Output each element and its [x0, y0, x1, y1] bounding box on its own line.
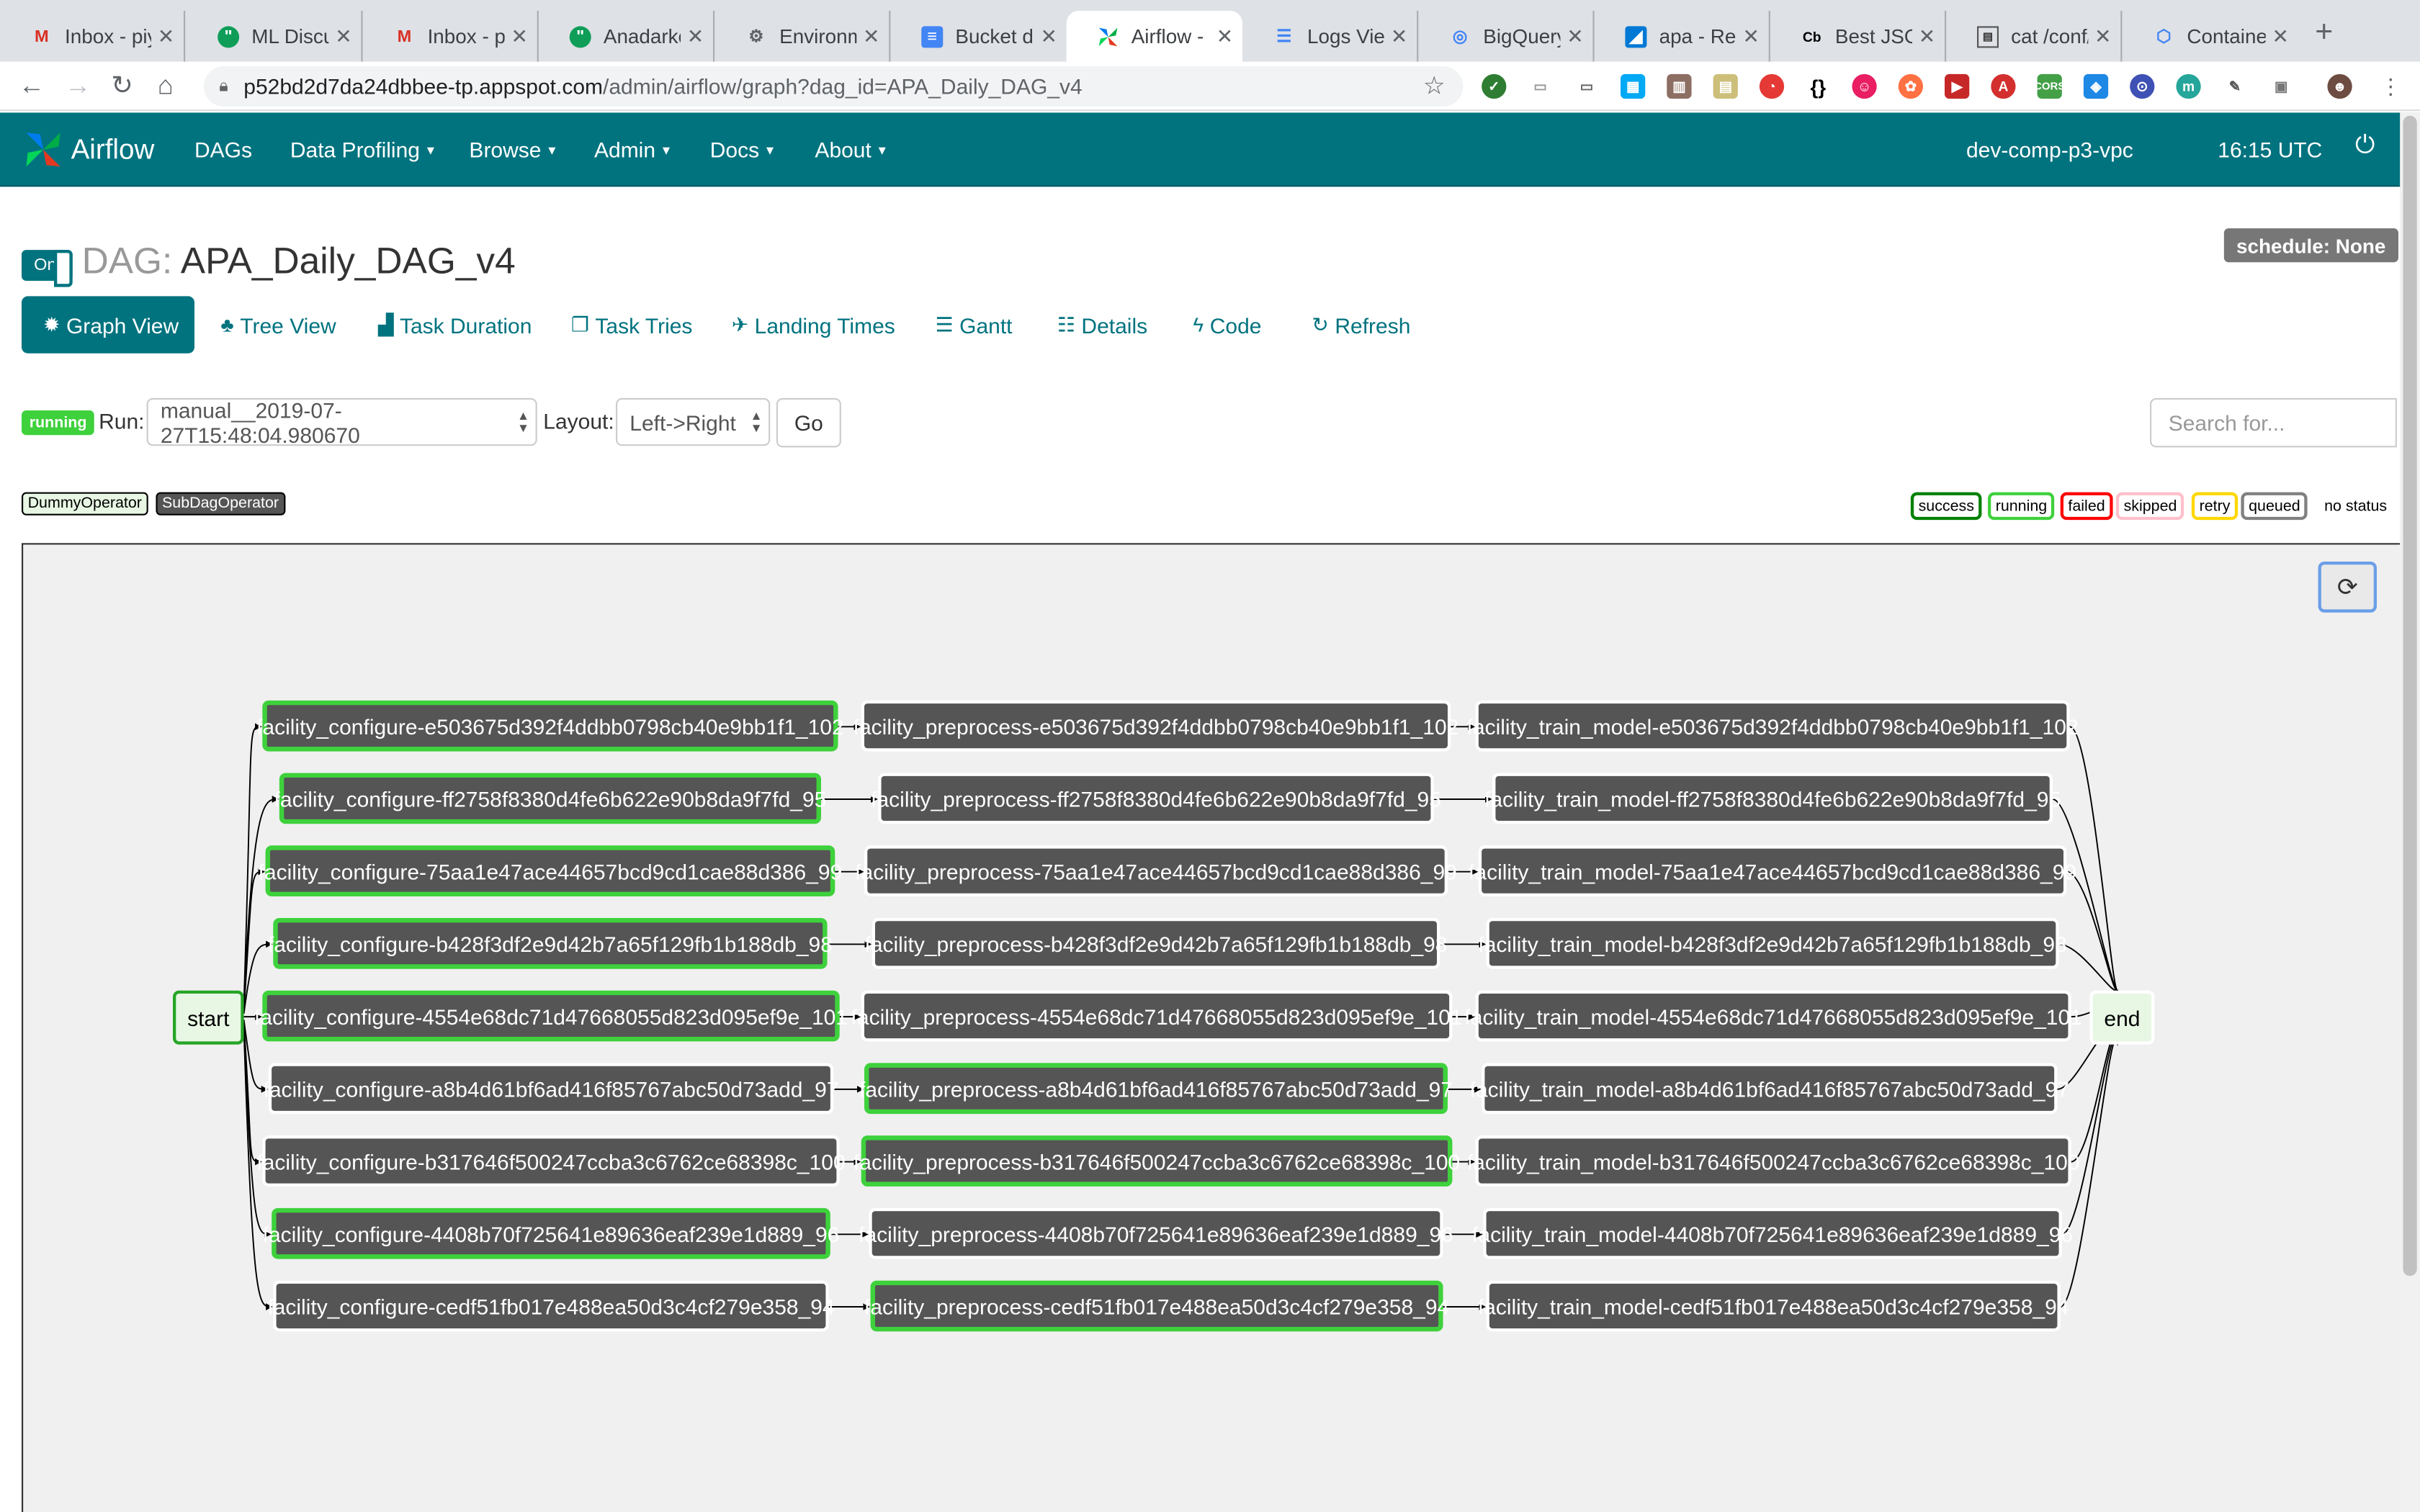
task-node-train-model[interactable]: facility_train_model-b428f3df2e9d42b7a65… — [1478, 918, 2067, 969]
task-node-start[interactable]: start — [173, 990, 244, 1045]
task-node-train-model[interactable]: facility_train_model-a8b4d61bf6ad416f857… — [1470, 1063, 2069, 1115]
task-node-train-model[interactable]: facility_train_model-4408b70f725641e8963… — [1472, 1207, 2073, 1259]
task-node-preprocess[interactable]: facility_preprocess-ff2758f8380d4fe6b622… — [871, 773, 1441, 824]
task-node-configure[interactable]: facility_configure-4408b70f725641e89636e… — [263, 1207, 839, 1259]
task-node-preprocess[interactable]: facility_preprocess-b428f3df2e9d42b7a65f… — [865, 918, 1447, 969]
dag-edge — [2069, 726, 2119, 997]
task-node-preprocess[interactable]: facility_preprocess-cedf51fb017e488ea50d… — [864, 1280, 1449, 1332]
task-node-train-model[interactable]: facility_train_model-e503675d392f4ddbb07… — [1467, 700, 2079, 752]
task-node-preprocess[interactable]: facility_preprocess-e503675d392f4ddbb079… — [853, 700, 1458, 752]
task-node-train-model[interactable]: facility_train_model-4554e68dc71d4766805… — [1464, 990, 2082, 1042]
task-node-train-model[interactable]: facility_train_model-75aa1e47ace44657bcd… — [1469, 845, 2076, 896]
task-node-train-model[interactable]: facility_train_model-ff2758f8380d4fe6b62… — [1484, 773, 2061, 824]
dag-edge — [2066, 870, 2119, 997]
task-node-configure[interactable]: facility_configure-a8b4d61bf6ad416f85767… — [263, 1063, 839, 1115]
task-node-configure[interactable]: facility_configure-b428f3df2e9d42b7a65f1… — [268, 918, 833, 969]
task-node-configure[interactable]: facility_configure-75aa1e47ace44657bcd9c… — [259, 845, 842, 896]
task-node-configure[interactable]: facility_configure-b317646f500247ccba3c6… — [256, 1135, 846, 1187]
task-node-preprocess[interactable]: facility_preprocess-4408b70f725641e89636… — [859, 1207, 1453, 1259]
screen: MInbox - piy✕ "ML Discus✕ MInbox - piy✕ … — [0, 0, 2420, 1512]
task-node-preprocess[interactable]: facility_preprocess-a8b4d61bf6ad416f8576… — [859, 1063, 1453, 1115]
task-node-configure[interactable]: facility_configure-ff2758f8380d4fe6b622e… — [274, 773, 826, 824]
task-node-configure[interactable]: facility_configure-e503675d392f4ddbb0798… — [256, 700, 844, 752]
task-node-train-model[interactable]: facility_train_model-cedf51fb017e488ea50… — [1478, 1280, 2069, 1332]
task-node-train-model[interactable]: facility_train_model-b317646f500247ccba3… — [1467, 1135, 2080, 1187]
task-node-end[interactable]: end — [2089, 990, 2155, 1045]
task-node-preprocess[interactable]: facility_preprocess-75aa1e47ace44657bcd9… — [855, 845, 1457, 896]
task-node-preprocess[interactable]: facility_preprocess-4554e68dc71d47668055… — [851, 990, 1463, 1042]
page-scrollbar[interactable] — [2400, 112, 2420, 1512]
task-node-configure[interactable]: facility_configure-cedf51fb017e488ea50d3… — [267, 1280, 835, 1332]
task-node-configure[interactable]: facility_configure-4554e68dc71d47668055d… — [254, 990, 848, 1042]
scrollbar-thumb[interactable] — [2403, 115, 2417, 1277]
task-node-preprocess[interactable]: facility_preprocess-b317646f500247ccba3c… — [853, 1135, 1460, 1187]
